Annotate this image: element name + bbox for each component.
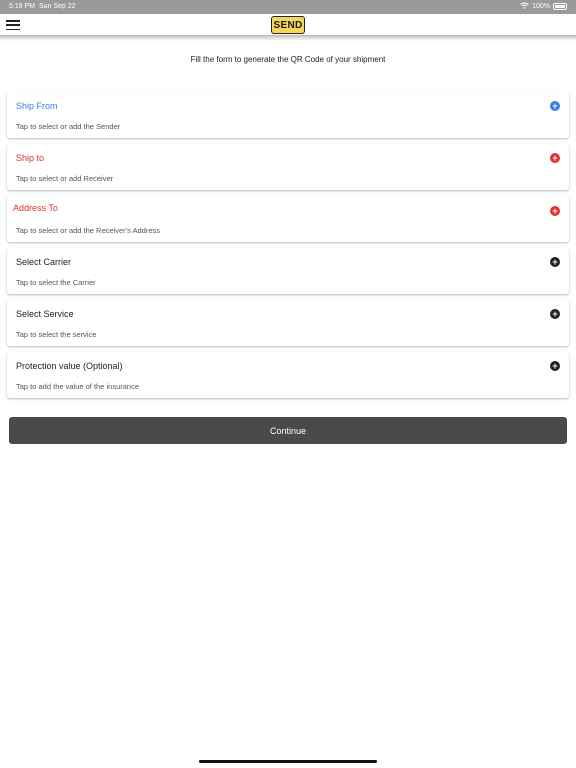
card-title: Select Carrier: [16, 257, 72, 267]
select-carrier-card[interactable]: Select Carrier Tap to select the Carrier…: [7, 248, 569, 294]
battery-icon: [553, 3, 567, 10]
battery-percent: 100%: [532, 3, 550, 10]
form-instruction: Fill the form to generate the QR Code of…: [190, 55, 386, 64]
card-title: Ship to: [16, 153, 45, 163]
card-title: Select Service: [16, 309, 74, 319]
send-logo: SEND: [271, 16, 305, 34]
status-indicators: 100%: [520, 2, 567, 11]
navigation-bar: SEND: [0, 14, 576, 36]
home-indicator[interactable]: [199, 760, 377, 763]
select-service-card[interactable]: Select Service Tap to select the service…: [7, 300, 569, 346]
card-subtitle: Tap to select the service: [16, 330, 97, 339]
plus-circle-icon[interactable]: +: [550, 257, 560, 267]
plus-circle-icon[interactable]: +: [550, 101, 560, 111]
nav-shadow: [0, 36, 576, 41]
status-bar: 5:18 PM Sun Sep 22 100%: [0, 0, 576, 14]
card-title: Address To: [13, 203, 58, 213]
hamburger-menu-icon[interactable]: [6, 19, 20, 31]
card-title: Ship From: [16, 101, 58, 111]
card-subtitle: Tap to select or add Receiver: [16, 174, 114, 183]
ship-to-card[interactable]: Ship to Tap to select or add Receiver +: [7, 144, 569, 190]
protection-value-card[interactable]: Protection value (Optional) Tap to add t…: [7, 352, 569, 398]
plus-circle-icon[interactable]: +: [550, 153, 560, 163]
card-subtitle: Tap to add the value of the insurance: [16, 382, 140, 391]
card-title: Protection value (Optional): [16, 361, 123, 371]
continue-button[interactable]: Continue: [9, 417, 567, 444]
address-to-card[interactable]: Address To Tap to select or add the Rece…: [7, 196, 569, 242]
plus-circle-icon[interactable]: +: [550, 361, 560, 371]
status-time: 5:18 PM Sun Sep 22: [9, 3, 76, 10]
plus-circle-icon[interactable]: +: [550, 309, 560, 319]
plus-circle-icon[interactable]: +: [550, 206, 560, 216]
wifi-icon: [520, 2, 529, 11]
ship-from-card[interactable]: Ship From Tap to select or add the Sende…: [7, 92, 569, 138]
card-subtitle: Tap to select or add the Receiver's Addr…: [16, 226, 161, 235]
card-subtitle: Tap to select or add the Sender: [16, 122, 121, 131]
card-subtitle: Tap to select the Carrier: [16, 278, 96, 287]
